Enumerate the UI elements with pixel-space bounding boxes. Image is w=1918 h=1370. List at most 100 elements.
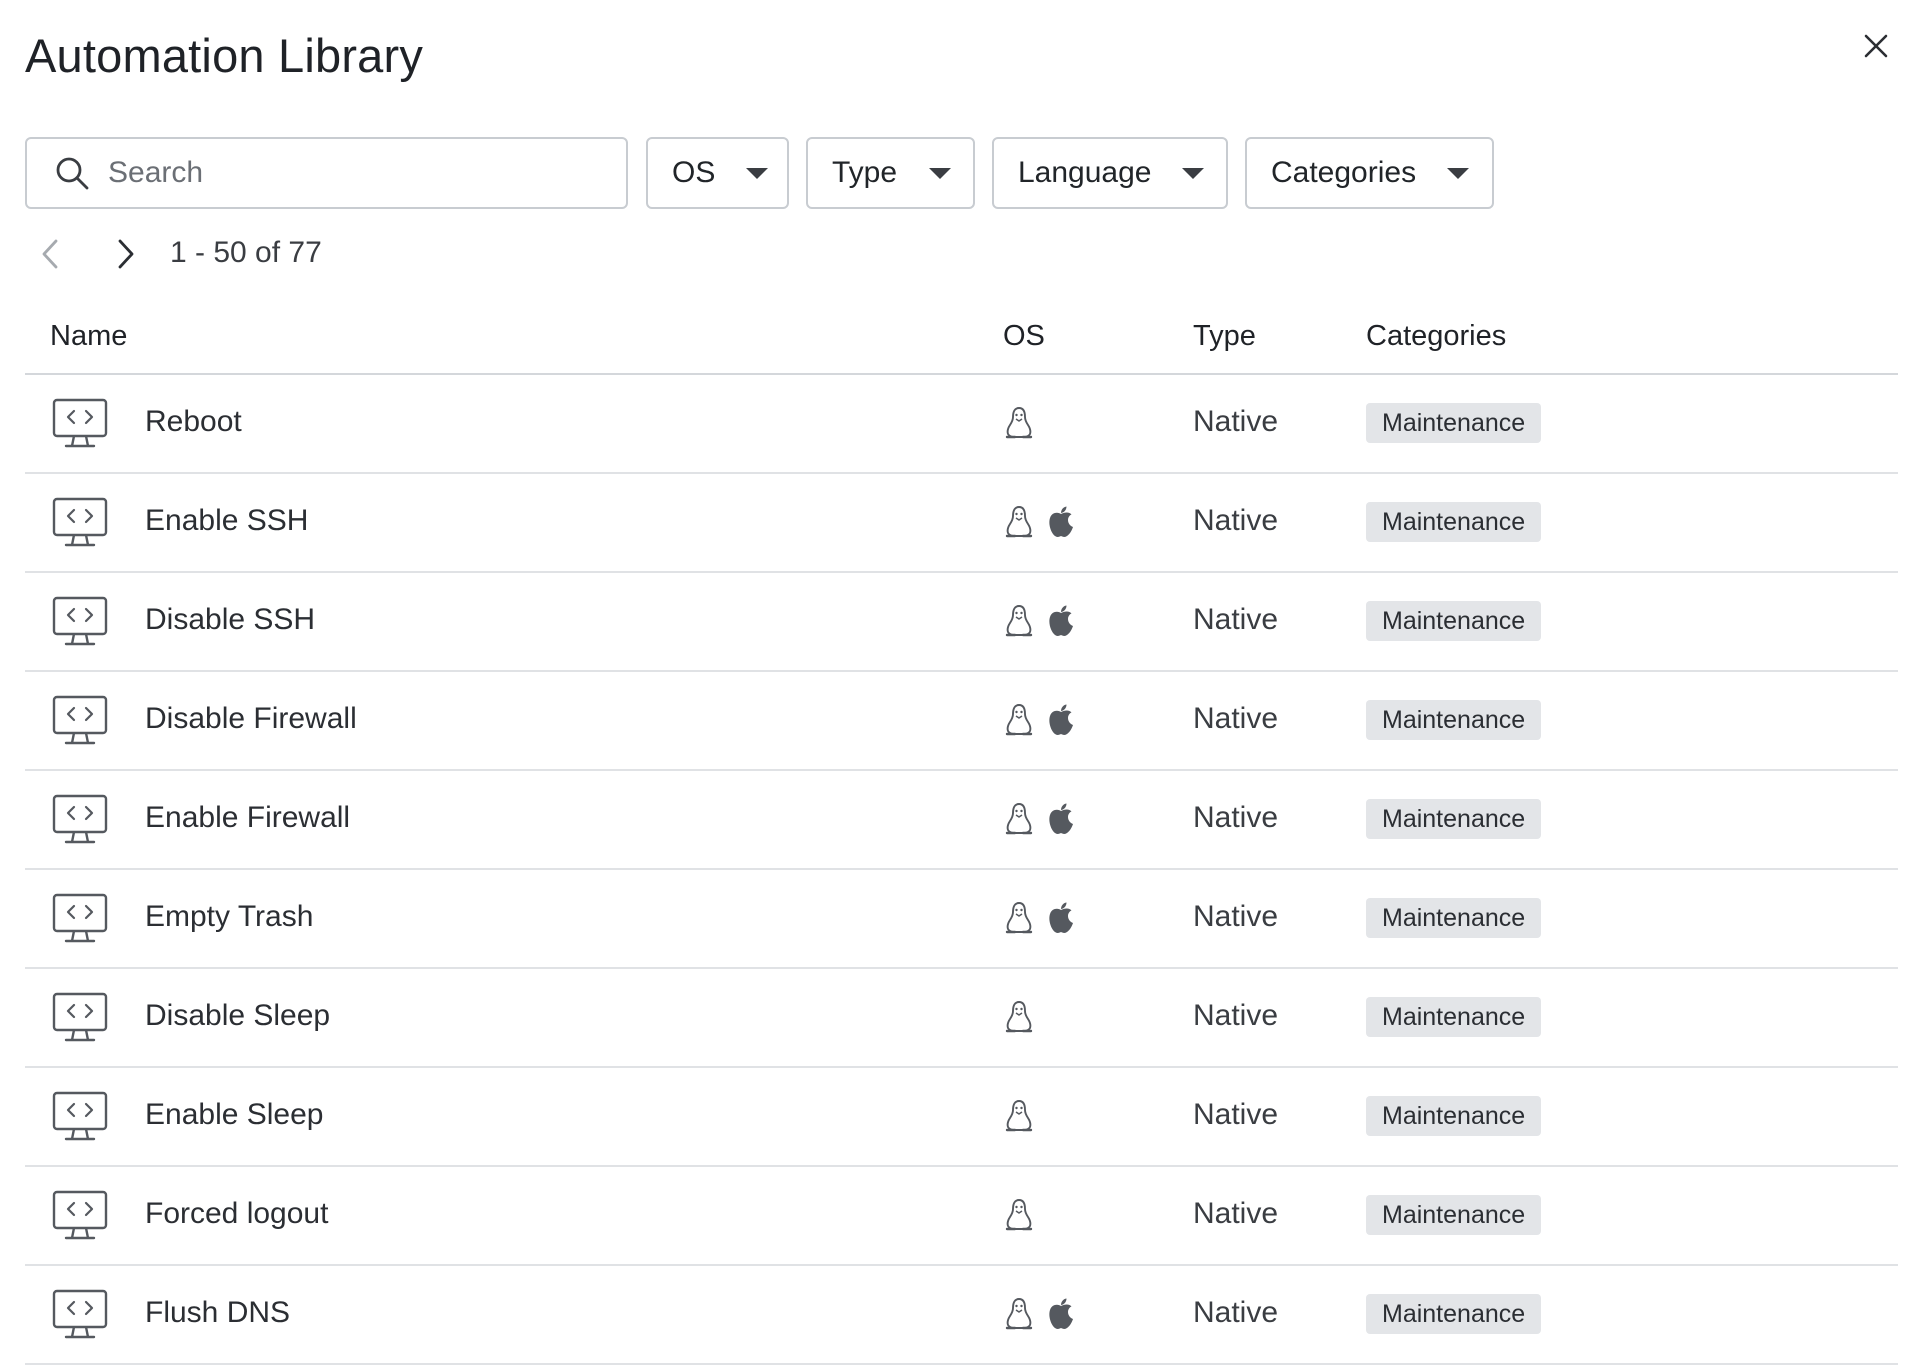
automation-type: Native: [1193, 900, 1279, 933]
pagination-range: 1 - 50 of 77: [170, 236, 322, 269]
automation-name[interactable]: Enable Sleep: [145, 1098, 323, 1132]
table-row[interactable]: Forced logout Native Maintenance: [25, 1167, 1898, 1266]
code-monitor-icon: [52, 1190, 108, 1242]
os-icons: [1003, 405, 1035, 441]
linux-icon: [1003, 801, 1035, 837]
caret-down-icon: [746, 167, 768, 179]
code-monitor-icon: [52, 794, 108, 846]
category-badge: Maintenance: [1366, 1195, 1542, 1235]
category-badge: Maintenance: [1366, 601, 1542, 641]
category-badge: Maintenance: [1366, 1294, 1542, 1334]
automation-type: Native: [1193, 405, 1279, 438]
automation-name[interactable]: Enable SSH: [145, 504, 308, 538]
caret-down-icon: [929, 167, 951, 179]
code-monitor-icon: [52, 893, 108, 945]
automation-name[interactable]: Flush DNS: [145, 1296, 290, 1330]
os-icons: [1003, 702, 1077, 738]
table-row[interactable]: Enable Firewall Native Maintenance: [25, 771, 1898, 870]
type-filter-label: Type: [832, 156, 898, 189]
os-icons: [1003, 1098, 1035, 1134]
code-monitor-icon: [52, 497, 108, 549]
code-monitor-icon: [52, 1289, 108, 1341]
linux-icon: [1003, 702, 1035, 738]
linux-icon: [1003, 900, 1035, 936]
close-icon: [1864, 34, 1888, 58]
linux-icon: [1003, 1296, 1035, 1332]
apple-icon: [1045, 603, 1077, 639]
next-page-button[interactable]: [99, 228, 151, 280]
code-monitor-icon: [52, 596, 108, 648]
categories-filter-label: Categories: [1271, 156, 1417, 189]
search-field[interactable]: [25, 137, 628, 209]
linux-icon: [1003, 1197, 1035, 1233]
automation-table: Name OS Type Categories Reboot Native Main…: [25, 310, 1898, 1365]
os-icons: [1003, 504, 1077, 540]
os-icons: [1003, 999, 1035, 1035]
category-badge: Maintenance: [1366, 403, 1542, 443]
category-badge: Maintenance: [1366, 502, 1542, 542]
apple-icon: [1045, 900, 1077, 936]
category-badge: Maintenance: [1366, 1096, 1542, 1136]
category-badge: Maintenance: [1366, 898, 1542, 938]
apple-icon: [1045, 1296, 1077, 1332]
linux-icon: [1003, 999, 1035, 1035]
table-row[interactable]: Flush DNS Native Maintenance: [25, 1266, 1898, 1365]
automation-type: Native: [1193, 504, 1279, 537]
category-badge: Maintenance: [1366, 997, 1542, 1037]
automation-type: Native: [1193, 801, 1279, 834]
linux-icon: [1003, 603, 1035, 639]
os-icons: [1003, 603, 1077, 639]
apple-icon: [1045, 504, 1077, 540]
category-badge: Maintenance: [1366, 799, 1542, 839]
table-header: Name OS Type Categories: [25, 310, 1898, 375]
automation-type: Native: [1193, 999, 1279, 1032]
table-row[interactable]: Disable Firewall Native Maintenance: [25, 672, 1898, 771]
code-monitor-icon: [52, 695, 108, 747]
os-filter-label: OS: [672, 156, 716, 189]
automation-name[interactable]: Forced logout: [145, 1197, 328, 1231]
os-icons: [1003, 1296, 1077, 1332]
automation-type: Native: [1193, 1296, 1279, 1329]
categories-filter-dropdown[interactable]: Categories: [1245, 137, 1494, 209]
column-header-os[interactable]: OS: [1003, 320, 1045, 353]
column-header-name[interactable]: Name: [50, 320, 127, 353]
language-filter-dropdown[interactable]: Language: [992, 137, 1228, 209]
automation-name[interactable]: Empty Trash: [145, 900, 313, 934]
apple-icon: [1045, 702, 1077, 738]
os-icons: [1003, 900, 1077, 936]
automation-type: Native: [1193, 1197, 1279, 1230]
apple-icon: [1045, 801, 1077, 837]
close-button[interactable]: [1856, 26, 1896, 66]
column-header-categories[interactable]: Categories: [1366, 320, 1506, 353]
automation-name[interactable]: Disable Firewall: [145, 702, 357, 736]
automation-name[interactable]: Enable Firewall: [145, 801, 350, 835]
linux-icon: [1003, 504, 1035, 540]
chevron-left-icon: [42, 239, 58, 269]
table-row[interactable]: Disable SSH Native Maintenance: [25, 573, 1898, 672]
category-badge: Maintenance: [1366, 700, 1542, 740]
previous-page-button[interactable]: [25, 228, 77, 280]
page-title: Automation Library: [25, 29, 424, 82]
caret-down-icon: [1447, 167, 1469, 179]
language-filter-label: Language: [1018, 156, 1152, 189]
column-header-type[interactable]: Type: [1193, 320, 1256, 353]
linux-icon: [1003, 405, 1035, 441]
automation-type: Native: [1193, 702, 1279, 735]
search-icon: [54, 155, 90, 191]
automation-name[interactable]: Reboot: [145, 405, 242, 439]
os-icons: [1003, 1197, 1035, 1233]
os-filter-dropdown[interactable]: OS: [646, 137, 789, 209]
code-monitor-icon: [52, 1091, 108, 1143]
table-row[interactable]: Enable SSH Native Maintenance: [25, 474, 1898, 573]
search-input[interactable]: [106, 155, 610, 191]
linux-icon: [1003, 1098, 1035, 1134]
automation-name[interactable]: Disable Sleep: [145, 999, 330, 1033]
table-row[interactable]: Enable Sleep Native Maintenance: [25, 1068, 1898, 1167]
table-row[interactable]: Empty Trash Native Maintenance: [25, 870, 1898, 969]
table-row[interactable]: Disable Sleep Native Maintenance: [25, 969, 1898, 1068]
table-row[interactable]: Reboot Native Maintenance: [25, 375, 1898, 474]
automation-name[interactable]: Disable SSH: [145, 603, 315, 637]
type-filter-dropdown[interactable]: Type: [806, 137, 975, 209]
chevron-right-icon: [118, 239, 134, 269]
table-body: Reboot Native Maintenance Enable SSH Native M…: [25, 375, 1898, 1365]
